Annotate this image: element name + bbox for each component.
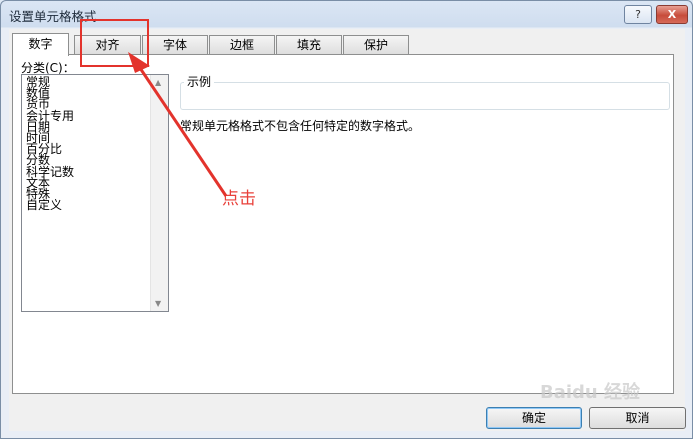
annotation-arrow-icon xyxy=(128,52,228,197)
